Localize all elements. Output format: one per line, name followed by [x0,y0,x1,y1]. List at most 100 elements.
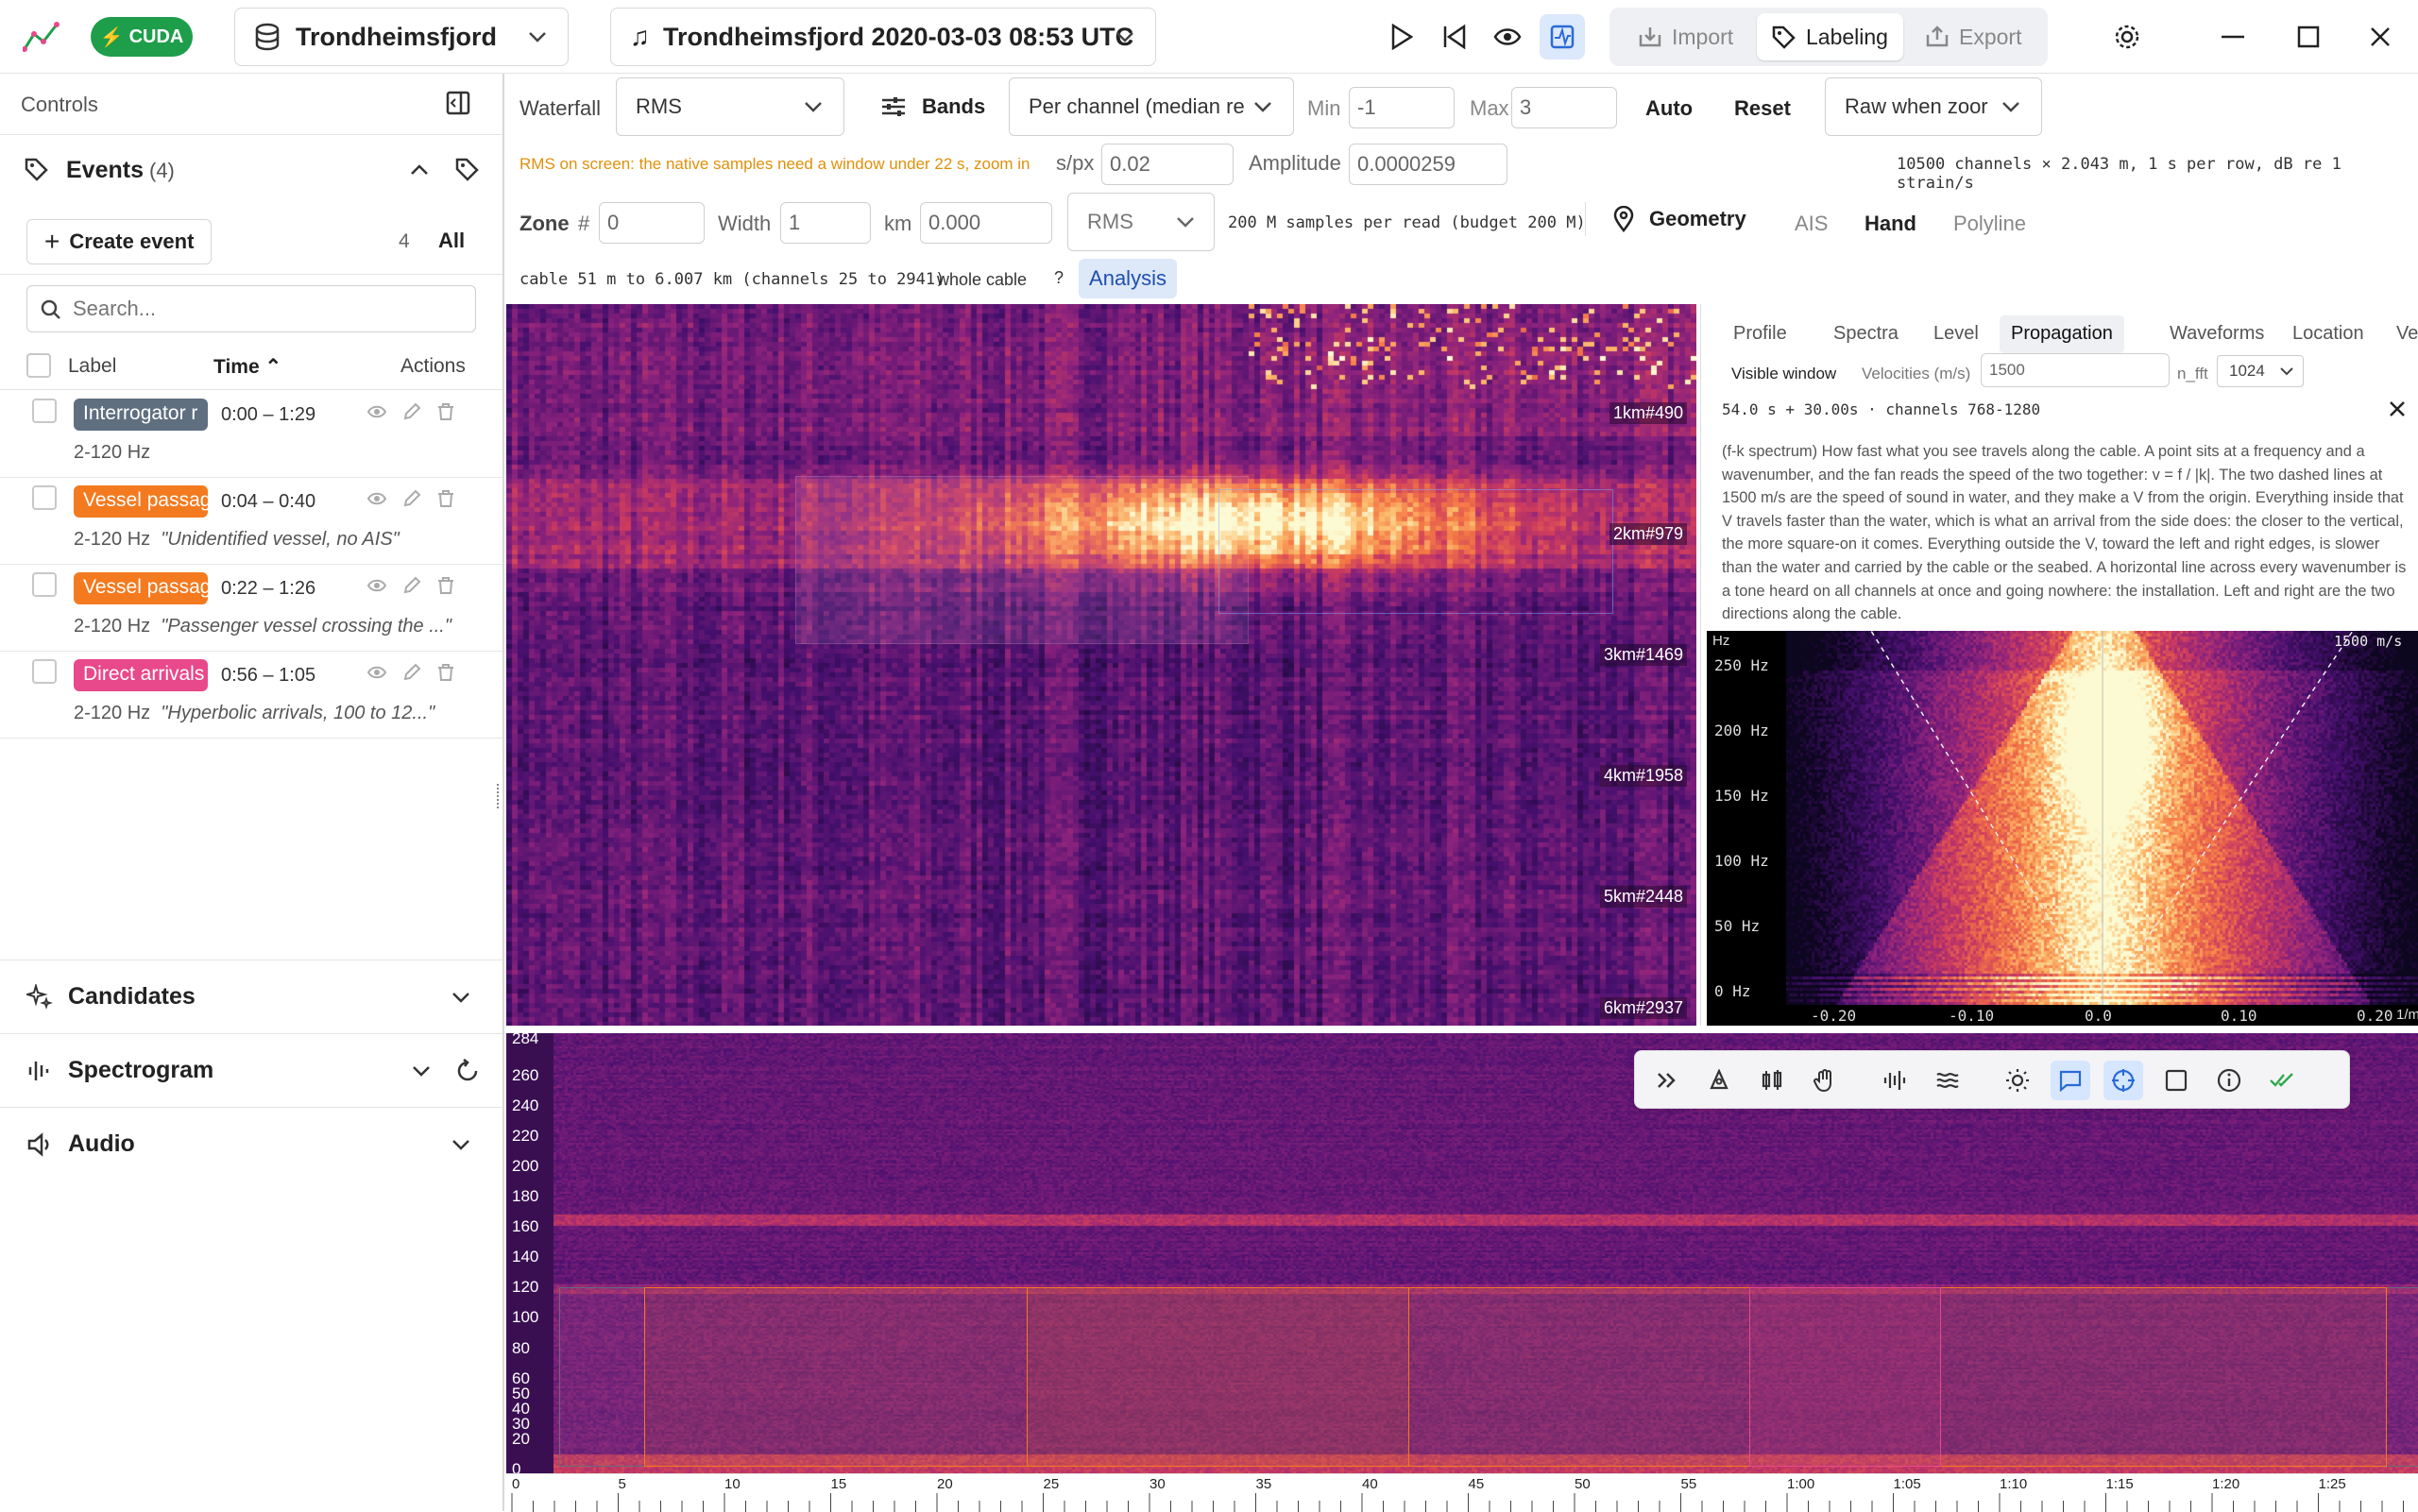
eye-icon[interactable] [366,489,387,508]
geometry-button[interactable]: Geometry [1613,206,1746,232]
tab-location[interactable]: Location [2281,315,2375,353]
whole-cable-button[interactable]: whole cable [937,270,1027,290]
crosshair-button[interactable] [2103,1061,2143,1100]
view-toggle-button[interactable] [1485,14,1530,59]
trash-icon[interactable] [436,402,455,421]
event-label-tag[interactable]: Interrogator r [74,399,208,431]
hand-button[interactable]: Hand [1865,212,1916,236]
waveform-button[interactable] [1875,1061,1915,1100]
min-input[interactable] [1349,87,1455,128]
polyline-button[interactable]: Polyline [1953,212,2026,236]
info-button[interactable] [2209,1061,2249,1100]
confirm-button[interactable] [2262,1061,2302,1100]
select-all-checkbox[interactable] [26,353,51,378]
collapse-sidebar-icon[interactable] [446,91,470,115]
settings-button[interactable] [2104,14,2150,59]
event-overlay[interactable] [1027,1287,2387,1467]
recording-select[interactable]: ♫ Trondheimsfjord 2020-03-03 08:53 UTC [610,8,1156,66]
event-checkbox[interactable] [32,399,57,423]
close-window-button[interactable] [2358,14,2403,59]
fk-plot[interactable]: 1500 m/s Hz 250 Hz 200 Hz 150 Hz 100 Hz 50 Hz… [1707,631,2418,1026]
spx-input[interactable] [1101,144,1234,185]
event-checkbox[interactable] [32,659,57,684]
event-overlay[interactable] [1749,1287,1941,1467]
pencil-icon[interactable] [402,663,421,682]
tab-spectra[interactable]: Spectra [1822,315,1910,353]
column-time-header[interactable]: Time ⌃ [213,355,281,379]
auto-button[interactable]: Auto [1645,96,1693,121]
reset-button[interactable]: Reset [1734,96,1791,121]
tab-propagation[interactable]: Propagation [2000,315,2124,353]
close-icon[interactable] [2389,400,2406,417]
waterfall-plot[interactable]: 1km#490 2km#979 3km#1469 4km#1958 5km#2448 6k… [506,304,1696,1026]
labeling-button[interactable]: Labeling [1757,13,1903,60]
pencil-icon[interactable] [402,576,421,595]
pan-hand-button[interactable] [1805,1061,1845,1100]
event-checkbox[interactable] [32,572,57,597]
tab-waveforms[interactable]: Waveforms [2158,315,2275,353]
tab-profile[interactable]: Profile [1722,315,1798,353]
width-input[interactable] [780,202,871,244]
minimize-button[interactable] [2210,14,2256,59]
resize-handle[interactable] [497,784,502,808]
pencil-icon[interactable] [402,402,421,421]
audio-section[interactable]: Audio [0,1107,502,1181]
raw-mode-select[interactable]: Raw when zoor [1825,77,2042,136]
event-label-tag[interactable]: Vessel passag [74,485,208,518]
eye-icon[interactable] [366,576,387,595]
zone-input[interactable] [599,202,705,244]
maximize-button[interactable] [2286,14,2331,59]
waves-button[interactable] [1928,1061,1967,1100]
play-button[interactable] [1379,14,1424,59]
pencil-icon[interactable] [402,489,421,508]
nfft-select[interactable]: 1024 [2217,355,2304,387]
help-button[interactable]: ? [1054,268,1064,288]
trash-icon[interactable] [436,489,455,508]
velocities-input[interactable] [1981,353,2170,387]
search-field[interactable] [26,285,476,332]
trash-icon[interactable] [436,663,455,682]
trash-icon[interactable] [436,576,455,595]
comment-button[interactable] [2051,1061,2090,1100]
amplitude-input[interactable] [1349,144,1507,185]
event-row[interactable]: Direct arrivals 0:56 – 1:05 2-120 Hz "Hy… [0,652,502,739]
tab-vessel[interactable]: Vessel [2385,315,2418,353]
zone-mode-select[interactable]: RMS [1067,193,1215,251]
waterfall-mode-select[interactable]: RMS [616,77,844,136]
eye-icon[interactable] [366,402,387,421]
ais-button[interactable]: AIS [1795,212,1828,236]
eye-icon[interactable] [366,663,387,682]
event-checkbox[interactable] [32,485,57,510]
candidates-section[interactable]: Candidates [0,960,502,1033]
chevron-up-icon[interactable] [410,164,429,176]
column-label-header[interactable]: Label [68,355,116,378]
filter-all-button[interactable]: All [438,229,465,253]
pen-tool-button[interactable] [1699,1061,1739,1100]
event-label-tag[interactable]: Direct arrivals [74,659,208,691]
export-button[interactable]: Export [1910,13,2036,60]
event-row[interactable]: Vessel passag 0:22 – 1:26 2-120 Hz "Pass… [0,565,502,652]
tags-manage-icon[interactable] [455,157,482,183]
refresh-icon[interactable] [455,1058,480,1083]
bandpass-button[interactable] [1752,1061,1792,1100]
selection-region[interactable] [795,476,1249,644]
km-input[interactable] [920,202,1052,244]
import-button[interactable]: Import [1623,13,1748,60]
search-input[interactable] [73,294,460,324]
activity-toggle-button[interactable] [1540,14,1585,59]
event-row[interactable]: Vessel passag 0:04 – 0:40 2-120 Hz "Unid… [0,478,502,565]
time-axis[interactable]: 0 5 10 15 20 25 30 35 40 45 50 55 1:00 1:05 1:10 1:15 1:… [506,1473,2418,1512]
bands-button[interactable]: Bands [880,94,985,119]
waterfall-canvas[interactable] [506,304,1696,1026]
expand-toolbar-button[interactable] [1646,1061,1686,1100]
analysis-window[interactable] [1218,489,1613,614]
tab-level[interactable]: Level [1922,315,1990,353]
event-row[interactable]: Interrogator r 0:00 – 1:29 2-120 Hz [0,391,502,478]
analysis-button[interactable]: Analysis [1079,259,1177,298]
event-label-tag[interactable]: Vessel passag [74,572,208,604]
box-select-button[interactable] [2156,1061,2196,1100]
dataset-select[interactable]: Trondheimsfjord [234,8,569,66]
brightness-button[interactable] [1998,1061,2037,1100]
spectrogram-section[interactable]: Spectrogram [0,1033,502,1107]
normalize-select[interactable]: Per channel (median re [1009,77,1294,136]
